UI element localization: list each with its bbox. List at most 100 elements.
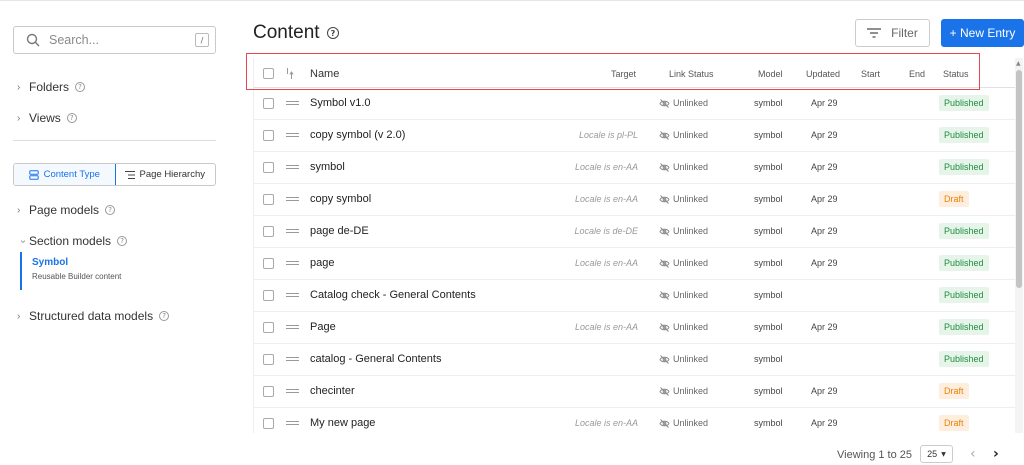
drag-handle-icon[interactable]	[286, 325, 299, 329]
help-icon[interactable]: ?	[105, 205, 116, 215]
table-scrollbar[interactable]: ▲	[1015, 58, 1023, 433]
new-entry-button[interactable]: + New Entry	[941, 19, 1024, 47]
search-input[interactable]	[49, 33, 179, 47]
sidebar-item-structured-data-models[interactable]: › Structured data models ?	[17, 309, 170, 323]
sidebar-item-page-models[interactable]: › Page models ?	[17, 203, 116, 217]
help-icon[interactable]: ?	[66, 113, 77, 123]
drag-handle-icon[interactable]	[286, 261, 299, 265]
sidebar-item-folders[interactable]: › Folders ?	[17, 80, 86, 94]
row-name[interactable]: Symbol v1.0	[310, 97, 371, 109]
row-checkbox[interactable]	[263, 258, 274, 269]
drag-handle-icon[interactable]	[286, 133, 299, 137]
row-checkbox[interactable]	[263, 290, 274, 301]
model-item-symbol[interactable]: Symbol Reusable Builder content	[20, 252, 121, 290]
drag-handle-icon[interactable]	[286, 421, 299, 425]
table-header: Name Target Link Status Model Updated St…	[254, 58, 1015, 88]
sidebar-item-section-models[interactable]: › Section models ?	[17, 234, 128, 248]
row-checkbox[interactable]	[263, 130, 274, 141]
row-model: symbol	[754, 98, 783, 108]
help-icon[interactable]: ?	[159, 311, 170, 321]
link-status-label: Unlinked	[673, 194, 709, 204]
table-row[interactable]: copy symbol Locale is en-AA Unlinked symbol…	[254, 184, 1015, 216]
column-header-status[interactable]: Status	[943, 69, 969, 79]
filter-button[interactable]: Filter	[855, 19, 930, 47]
row-checkbox[interactable]	[263, 194, 274, 205]
row-name[interactable]: catalog - General Contents	[310, 353, 441, 365]
search-shortcut-badge: /	[195, 33, 209, 47]
row-name[interactable]: symbol	[310, 161, 345, 173]
row-updated: Apr 29	[811, 386, 838, 396]
column-header-name[interactable]: Name	[310, 68, 339, 80]
table-row[interactable]: Page Locale is en-AA Unlinked symbol Apr 29 P…	[254, 312, 1015, 344]
table-row[interactable]: Catalog check - General Contents Unlinked…	[254, 280, 1015, 312]
content-table: Name Target Link Status Model Updated St…	[253, 58, 1015, 433]
select-all-checkbox[interactable]	[263, 68, 274, 79]
drag-handle-icon[interactable]	[286, 197, 299, 201]
row-name[interactable]: Page	[310, 321, 336, 333]
row-checkbox[interactable]	[263, 98, 274, 109]
column-header-updated[interactable]: Updated	[806, 69, 840, 79]
previous-page-icon[interactable]: ‹	[970, 446, 976, 462]
sidebar-item-label: Structured data models	[29, 309, 154, 323]
row-link-status: Unlinked	[659, 162, 708, 172]
row-checkbox[interactable]	[263, 226, 274, 237]
drag-handle-icon[interactable]	[286, 389, 299, 393]
table-row[interactable]: checinter Unlinked symbol Apr 29 Draft	[254, 376, 1015, 408]
next-page-icon[interactable]: ›	[993, 446, 999, 462]
row-target: Locale is en-AA	[574, 322, 638, 332]
table-row[interactable]: Symbol v1.0 Unlinked symbol Apr 29 Published	[254, 88, 1015, 120]
table-row[interactable]: copy symbol (v 2.0) Locale is pl-PL Unlink…	[254, 120, 1015, 152]
sidebar-item-label: Section models	[29, 234, 112, 248]
row-checkbox[interactable]	[263, 386, 274, 397]
column-header-target[interactable]: Target	[611, 69, 636, 79]
tab-content-type[interactable]: Content Type	[14, 164, 116, 185]
row-name[interactable]: Catalog check - General Contents	[310, 289, 476, 301]
row-updated: Apr 29	[811, 130, 838, 140]
row-name[interactable]: copy symbol (v 2.0)	[310, 129, 405, 141]
scrollbar-thumb[interactable]	[1016, 70, 1022, 288]
row-model: symbol	[754, 290, 783, 300]
search-box[interactable]: /	[13, 26, 216, 54]
row-name[interactable]: page de-DE	[310, 225, 369, 237]
drag-handle-icon[interactable]	[286, 357, 299, 361]
help-icon[interactable]: ?	[75, 82, 86, 92]
drag-handle-icon[interactable]	[286, 293, 299, 297]
link-status-label: Unlinked	[673, 354, 709, 364]
sort-icon[interactable]	[285, 67, 294, 80]
drag-handle-icon[interactable]	[286, 165, 299, 169]
row-name[interactable]: checinter	[310, 385, 355, 397]
page-size-select[interactable]: 25 ▼	[920, 445, 953, 463]
unlinked-icon	[659, 418, 670, 428]
filter-label: Filter	[891, 26, 918, 40]
scroll-up-arrow-icon[interactable]: ▲	[1016, 60, 1021, 67]
row-name[interactable]: My new page	[310, 417, 375, 429]
row-checkbox[interactable]	[263, 162, 274, 173]
column-header-end[interactable]: End	[909, 69, 925, 79]
drag-handle-icon[interactable]	[286, 101, 299, 105]
column-header-link-status[interactable]: Link Status	[669, 69, 714, 79]
row-model: symbol	[754, 386, 783, 396]
row-name[interactable]: page	[310, 257, 334, 269]
drag-handle-icon[interactable]	[286, 229, 299, 233]
table-row[interactable]: My new page Locale is en-AA Unlinked symbol…	[254, 408, 1015, 433]
row-checkbox[interactable]	[263, 322, 274, 333]
table-row[interactable]: page Locale is en-AA Unlinked symbol Apr 29 P…	[254, 248, 1015, 280]
column-header-start[interactable]: Start	[861, 69, 880, 79]
row-model: symbol	[754, 258, 783, 268]
row-target: Locale is en-AA	[574, 162, 638, 172]
row-target: Locale is en-AA	[574, 418, 638, 428]
help-icon[interactable]: ?	[117, 236, 128, 246]
sidebar-item-views[interactable]: › Views ?	[17, 111, 77, 125]
table-row[interactable]: catalog - General Contents Unlinked symbol…	[254, 344, 1015, 376]
row-name[interactable]: copy symbol	[310, 193, 371, 205]
column-header-model[interactable]: Model	[758, 69, 783, 79]
row-checkbox[interactable]	[263, 354, 274, 365]
row-checkbox[interactable]	[263, 418, 274, 429]
row-link-status: Unlinked	[659, 194, 708, 204]
table-row[interactable]: symbol Locale is en-AA Unlinked symbol Apr 2…	[254, 152, 1015, 184]
status-badge: Published	[939, 351, 989, 367]
table-row[interactable]: page de-DE Locale is de-DE Unlinked symbol A…	[254, 216, 1015, 248]
help-icon[interactable]: ?	[327, 27, 339, 39]
link-status-label: Unlinked	[673, 258, 709, 268]
tab-page-hierarchy[interactable]: Page Hierarchy	[115, 164, 216, 185]
